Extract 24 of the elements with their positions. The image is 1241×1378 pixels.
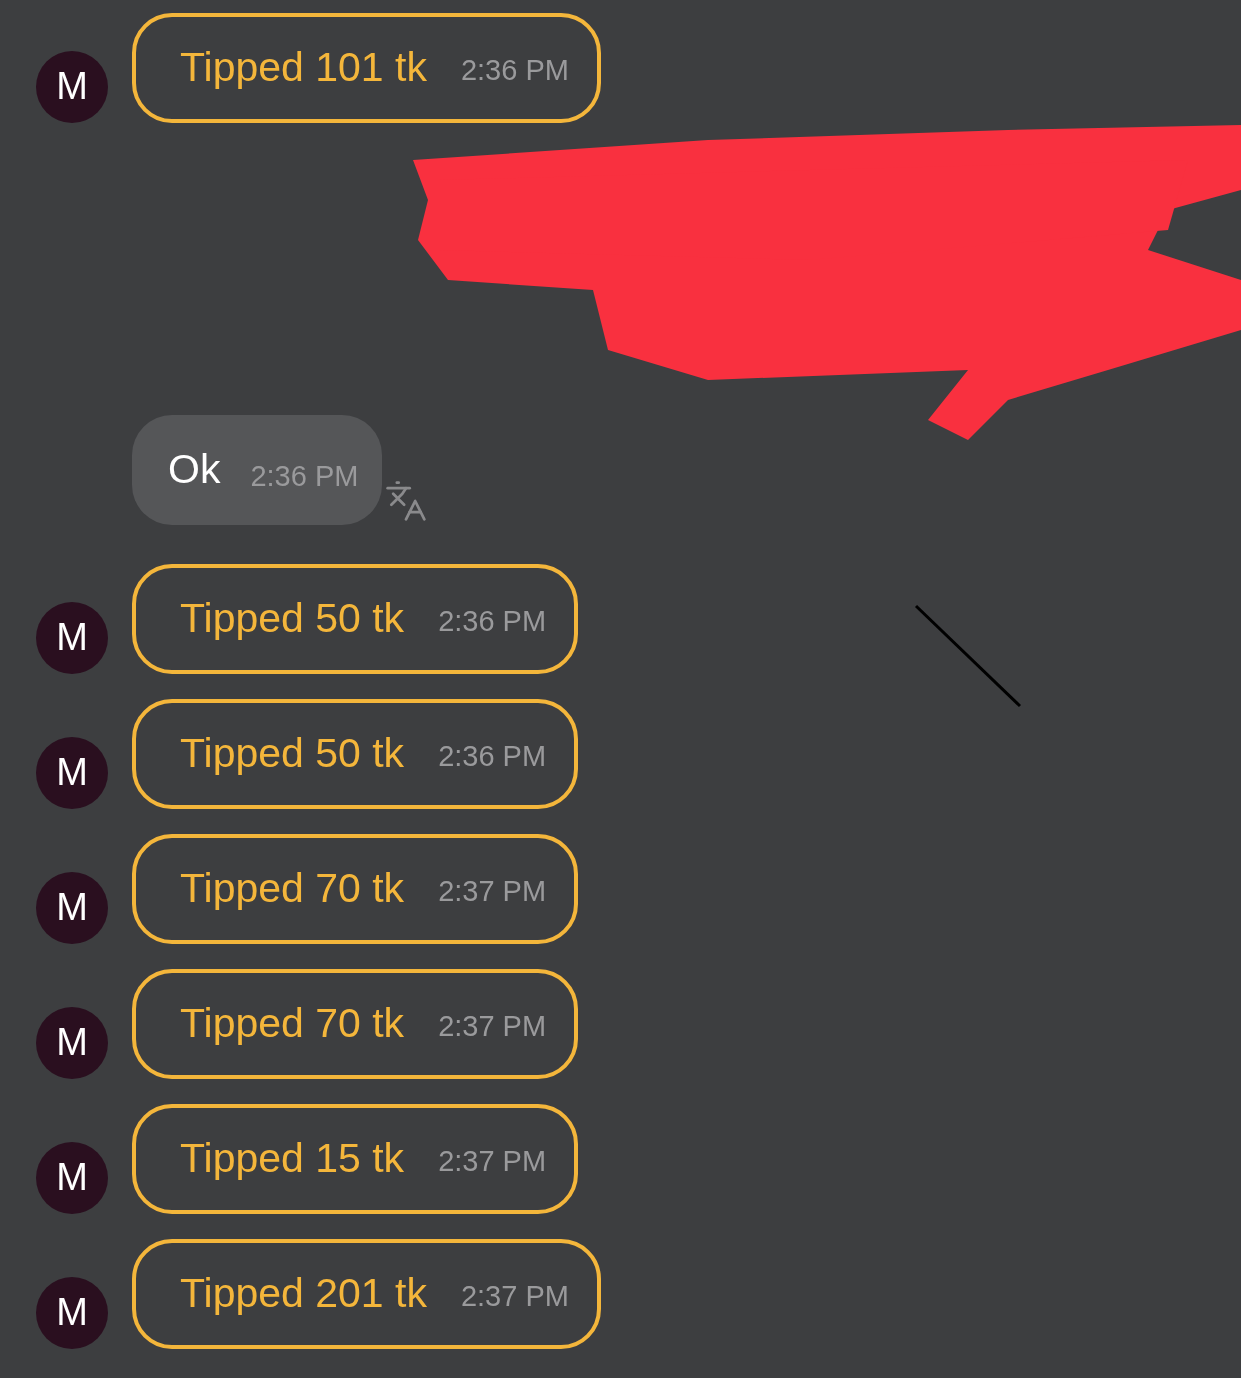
avatar: M [36,871,108,944]
avatar: M [36,1141,108,1214]
message-text: Ok [168,445,221,495]
tip-text: Tipped 50 tk [180,593,405,643]
translate-icon[interactable] [384,479,429,523]
message-time: 2:37 PM [438,1143,547,1179]
tip-text: Tipped 70 tk [180,998,405,1048]
message-time: 2:37 PM [438,1008,547,1044]
tip-text: Tipped 70 tk [180,863,405,913]
tip-text: Tipped 15 tk [180,1133,405,1183]
message-time: 2:37 PM [438,873,547,909]
tip-text: Tipped 50 tk [180,728,405,778]
message-time: 2:36 PM [438,603,547,639]
tip-text: Tipped 101 tk [180,42,427,92]
avatar: M [36,1006,108,1079]
message-time: 2:36 PM [250,459,359,495]
tip-text: Tipped 201 tk [180,1268,427,1318]
avatar: M [36,601,108,674]
message-time: 2:36 PM [460,52,569,88]
message-time: 2:36 PM [438,738,547,774]
avatar: M [36,50,108,123]
avatar: M [36,1276,108,1349]
avatar: M [36,736,108,809]
message-time: 2:37 PM [460,1278,569,1314]
